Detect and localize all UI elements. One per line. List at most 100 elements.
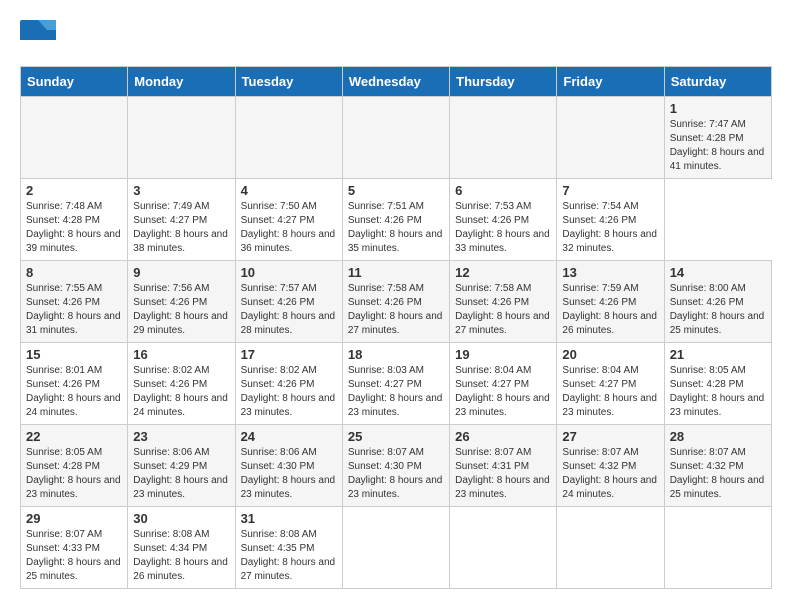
day-number: 11	[348, 265, 444, 280]
day-number: 31	[241, 511, 337, 526]
day-number: 8	[26, 265, 122, 280]
day-number: 9	[133, 265, 229, 280]
calendar-header-row: SundayMondayTuesdayWednesdayThursdayFrid…	[21, 67, 772, 97]
day-info: Sunrise: 8:05 AMSunset: 4:28 PMDaylight:…	[670, 365, 765, 418]
week-row-2: 2 Sunrise: 7:48 AMSunset: 4:28 PMDaylight…	[21, 179, 772, 261]
col-header-monday: Monday	[128, 67, 235, 97]
calendar-table: SundayMondayTuesdayWednesdayThursdayFrid…	[20, 66, 772, 589]
calendar-cell	[450, 97, 557, 179]
calendar-cell	[128, 97, 235, 179]
day-number: 1	[670, 101, 766, 116]
calendar-cell: 17Sunrise: 8:02 AMSunset: 4:26 PMDayligh…	[235, 343, 342, 425]
calendar-cell: 5 Sunrise: 7:51 AMSunset: 4:26 PMDaylight…	[342, 179, 449, 261]
col-header-friday: Friday	[557, 67, 664, 97]
day-number: 20	[562, 347, 658, 362]
day-info: Sunrise: 7:57 AMSunset: 4:26 PMDaylight:…	[241, 283, 336, 336]
calendar-cell: 1 Sunrise: 7:47 AMSunset: 4:28 PMDaylight…	[664, 97, 771, 179]
day-info: Sunrise: 7:58 AMSunset: 4:26 PMDaylight:…	[455, 283, 550, 336]
day-info: Sunrise: 7:59 AMSunset: 4:26 PMDaylight:…	[562, 283, 657, 336]
calendar-cell: 22 Sunrise: 8:05 AMSunset: 4:28 PMDayligh…	[21, 425, 128, 507]
day-info: Sunrise: 7:51 AMSunset: 4:26 PMDaylight:…	[348, 201, 443, 254]
day-info: Sunrise: 8:08 AMSunset: 4:34 PMDaylight:…	[133, 529, 228, 582]
day-number: 21	[670, 347, 766, 362]
day-info: Sunrise: 7:47 AMSunset: 4:28 PMDaylight:…	[670, 119, 765, 172]
calendar-cell: 11 Sunrise: 7:58 AMSunset: 4:26 PMDayligh…	[342, 261, 449, 343]
calendar-cell: 13 Sunrise: 7:59 AMSunset: 4:26 PMDayligh…	[557, 261, 664, 343]
calendar-cell	[450, 507, 557, 589]
day-info: Sunrise: 8:03 AMSunset: 4:27 PMDaylight:…	[348, 365, 443, 418]
week-row-3: 8Sunrise: 7:55 AMSunset: 4:26 PMDaylight…	[21, 261, 772, 343]
day-info: Sunrise: 7:50 AMSunset: 4:27 PMDaylight:…	[241, 201, 336, 254]
calendar-cell: 12Sunrise: 7:58 AMSunset: 4:26 PMDayligh…	[450, 261, 557, 343]
day-number: 13	[562, 265, 658, 280]
calendar-cell: 6 Sunrise: 7:53 AMSunset: 4:26 PMDaylight…	[450, 179, 557, 261]
day-info: Sunrise: 8:02 AMSunset: 4:26 PMDaylight:…	[241, 365, 336, 418]
day-number: 29	[26, 511, 122, 526]
calendar-cell: 14Sunrise: 8:00 AMSunset: 4:26 PMDayligh…	[664, 261, 771, 343]
logo-icon	[20, 20, 56, 50]
day-info: Sunrise: 8:07 AMSunset: 4:33 PMDaylight:…	[26, 529, 121, 582]
day-number: 23	[133, 429, 229, 444]
calendar-cell: 27 Sunrise: 8:07 AMSunset: 4:32 PMDayligh…	[557, 425, 664, 507]
day-number: 25	[348, 429, 444, 444]
calendar-cell	[235, 97, 342, 179]
day-number: 5	[348, 183, 444, 198]
day-info: Sunrise: 8:04 AMSunset: 4:27 PMDaylight:…	[455, 365, 550, 418]
day-number: 22	[26, 429, 122, 444]
day-info: Sunrise: 8:07 AMSunset: 4:32 PMDaylight:…	[562, 447, 657, 500]
calendar-cell	[342, 97, 449, 179]
day-info: Sunrise: 7:58 AMSunset: 4:26 PMDaylight:…	[348, 283, 443, 336]
day-info: Sunrise: 8:07 AMSunset: 4:31 PMDaylight:…	[455, 447, 550, 500]
calendar-cell: 29 Sunrise: 8:07 AMSunset: 4:33 PMDayligh…	[21, 507, 128, 589]
day-info: Sunrise: 7:48 AMSunset: 4:28 PMDaylight:…	[26, 201, 121, 254]
day-number: 2	[26, 183, 122, 198]
day-number: 16	[133, 347, 229, 362]
day-number: 6	[455, 183, 551, 198]
calendar-cell: 21 Sunrise: 8:05 AMSunset: 4:28 PMDayligh…	[664, 343, 771, 425]
day-info: Sunrise: 8:07 AMSunset: 4:30 PMDaylight:…	[348, 447, 443, 500]
header	[20, 20, 772, 50]
col-header-sunday: Sunday	[21, 67, 128, 97]
calendar-cell: 25 Sunrise: 8:07 AMSunset: 4:30 PMDayligh…	[342, 425, 449, 507]
col-header-wednesday: Wednesday	[342, 67, 449, 97]
calendar-cell	[342, 507, 449, 589]
calendar-cell: 2 Sunrise: 7:48 AMSunset: 4:28 PMDaylight…	[21, 179, 128, 261]
calendar-cell: 16 Sunrise: 8:02 AMSunset: 4:26 PMDayligh…	[128, 343, 235, 425]
day-number: 4	[241, 183, 337, 198]
day-number: 27	[562, 429, 658, 444]
day-info: Sunrise: 8:06 AMSunset: 4:30 PMDaylight:…	[241, 447, 336, 500]
week-row-6: 29 Sunrise: 8:07 AMSunset: 4:33 PMDayligh…	[21, 507, 772, 589]
calendar-cell: 18 Sunrise: 8:03 AMSunset: 4:27 PMDayligh…	[342, 343, 449, 425]
calendar-cell: 15Sunrise: 8:01 AMSunset: 4:26 PMDayligh…	[21, 343, 128, 425]
day-info: Sunrise: 7:56 AMSunset: 4:26 PMDaylight:…	[133, 283, 228, 336]
col-header-thursday: Thursday	[450, 67, 557, 97]
calendar-cell	[557, 97, 664, 179]
day-info: Sunrise: 8:04 AMSunset: 4:27 PMDaylight:…	[562, 365, 657, 418]
day-info: Sunrise: 8:05 AMSunset: 4:28 PMDaylight:…	[26, 447, 121, 500]
day-number: 28	[670, 429, 766, 444]
col-header-tuesday: Tuesday	[235, 67, 342, 97]
calendar-cell: 10 Sunrise: 7:57 AMSunset: 4:26 PMDayligh…	[235, 261, 342, 343]
day-number: 14	[670, 265, 766, 280]
day-number: 24	[241, 429, 337, 444]
week-row-5: 22 Sunrise: 8:05 AMSunset: 4:28 PMDayligh…	[21, 425, 772, 507]
calendar-cell: 9 Sunrise: 7:56 AMSunset: 4:26 PMDaylight…	[128, 261, 235, 343]
col-header-saturday: Saturday	[664, 67, 771, 97]
calendar-cell	[21, 97, 128, 179]
day-number: 10	[241, 265, 337, 280]
week-row-1: 1 Sunrise: 7:47 AMSunset: 4:28 PMDaylight…	[21, 97, 772, 179]
calendar-cell: 20 Sunrise: 8:04 AMSunset: 4:27 PMDayligh…	[557, 343, 664, 425]
calendar-body: 1 Sunrise: 7:47 AMSunset: 4:28 PMDaylight…	[21, 97, 772, 589]
day-number: 30	[133, 511, 229, 526]
day-info: Sunrise: 8:02 AMSunset: 4:26 PMDaylight:…	[133, 365, 228, 418]
calendar-cell: 23Sunrise: 8:06 AMSunset: 4:29 PMDayligh…	[128, 425, 235, 507]
day-info: Sunrise: 7:54 AMSunset: 4:26 PMDaylight:…	[562, 201, 657, 254]
day-info: Sunrise: 8:07 AMSunset: 4:32 PMDaylight:…	[670, 447, 765, 500]
day-info: Sunrise: 7:53 AMSunset: 4:26 PMDaylight:…	[455, 201, 550, 254]
calendar-cell: 26 Sunrise: 8:07 AMSunset: 4:31 PMDayligh…	[450, 425, 557, 507]
calendar-cell: 31Sunrise: 8:08 AMSunset: 4:35 PMDayligh…	[235, 507, 342, 589]
day-info: Sunrise: 8:01 AMSunset: 4:26 PMDaylight:…	[26, 365, 121, 418]
day-number: 26	[455, 429, 551, 444]
logo	[20, 20, 60, 50]
day-number: 18	[348, 347, 444, 362]
